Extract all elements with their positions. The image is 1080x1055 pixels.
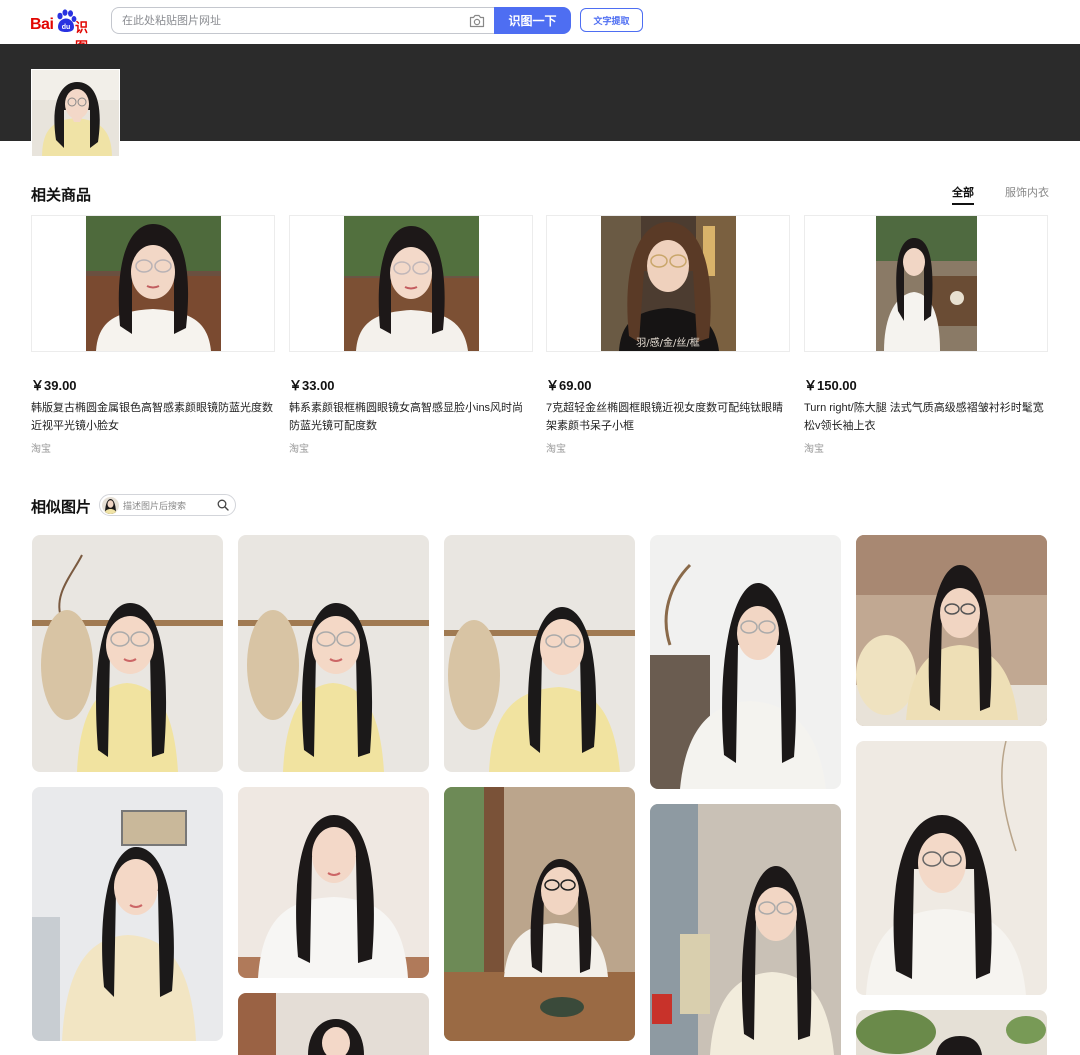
- similar-image-tile[interactable]: [856, 1010, 1047, 1055]
- similar-image-tile[interactable]: [650, 804, 841, 1055]
- similar-image-tile[interactable]: [444, 787, 635, 1041]
- products-section-title: 相关商品: [31, 187, 92, 204]
- similar-image-tile[interactable]: [238, 535, 429, 772]
- query-mini-thumbnail: [102, 497, 119, 514]
- product-title[interactable]: 韩版复古椭圆金属银色高智感素颜眼镜防蓝光度数近视平光镜小脸女: [31, 399, 275, 435]
- similar-image-tile[interactable]: [32, 535, 223, 772]
- product-title[interactable]: 韩系素颜银框椭圆眼镜女高智感显脸小ins风时尚防蓝光镜可配度数: [289, 399, 533, 435]
- image-url-search-box: [111, 7, 495, 34]
- product-price: ￥150.00: [804, 378, 857, 393]
- tab-apparel[interactable]: 服饰内衣: [1005, 184, 1049, 205]
- product-card[interactable]: ￥33.00 韩系素颜银框椭圆眼镜女高智感显脸小ins风时尚防蓝光镜可配度数 淘…: [289, 215, 533, 455]
- product-card[interactable]: ￥39.00 韩版复古椭圆金属银色高智感素颜眼镜防蓝光度数近视平光镜小脸女 淘宝: [31, 215, 275, 455]
- similar-image-tile[interactable]: [238, 993, 429, 1055]
- query-image-thumbnail[interactable]: [31, 69, 120, 157]
- describe-search-box: [99, 494, 236, 516]
- product-price: ￥69.00: [546, 378, 592, 393]
- similar-image-tile[interactable]: [856, 535, 1047, 726]
- logo-text-bai: Bai: [30, 16, 54, 33]
- product-source: 淘宝: [804, 444, 824, 455]
- similar-image-tile[interactable]: [32, 787, 223, 1041]
- magnifier-icon[interactable]: [217, 499, 229, 511]
- product-title[interactable]: Turn right/陈大腿 法式气质高级感褶皱衬衫时髦宽松v领长袖上衣: [804, 399, 1048, 435]
- logo-text-du: du: [62, 24, 71, 31]
- similar-section-title: 相似图片: [31, 499, 92, 516]
- product-image[interactable]: 羽/感/金/丝/框: [546, 215, 790, 352]
- product-image[interactable]: [31, 215, 275, 352]
- query-banner: [0, 44, 1080, 141]
- similar-image-tile[interactable]: [444, 535, 635, 772]
- camera-icon[interactable]: [469, 14, 485, 28]
- baidu-paw-icon: du: [57, 9, 77, 32]
- baidu-shitu-logo[interactable]: Bai du 识图: [30, 9, 100, 54]
- product-image[interactable]: [289, 215, 533, 352]
- image-url-input[interactable]: [122, 12, 452, 30]
- product-title[interactable]: 7克超轻金丝椭圆框眼镜近视女度数可配纯钛眼睛架素颜书呆子小框: [546, 399, 790, 435]
- similar-image-tile[interactable]: [650, 535, 841, 789]
- product-source: 淘宝: [289, 444, 309, 455]
- text-extract-button[interactable]: 文字提取: [580, 8, 643, 32]
- product-source: 淘宝: [31, 444, 51, 455]
- product-image-watermark: 羽/感/金/丝/框: [636, 336, 699, 349]
- product-card[interactable]: ￥150.00 Turn right/陈大腿 法式气质高级感褶皱衬衫时髦宽松v领…: [804, 215, 1048, 455]
- product-image[interactable]: [804, 215, 1048, 352]
- search-button[interactable]: 识图一下: [494, 7, 571, 34]
- product-source: 淘宝: [546, 444, 566, 455]
- product-card[interactable]: 羽/感/金/丝/框 ￥69.00 7克超轻金丝椭圆框眼镜近视女度数可配纯钛眼睛架…: [546, 215, 790, 455]
- top-header: Bai du 识图 识图一下 文字提取: [0, 0, 1080, 54]
- tab-all[interactable]: 全部: [952, 184, 974, 205]
- product-price: ￥39.00: [31, 378, 77, 393]
- similar-image-tile[interactable]: [856, 741, 1047, 995]
- product-price: ￥33.00: [289, 378, 335, 393]
- similar-image-tile[interactable]: [238, 787, 429, 978]
- describe-search-input[interactable]: [123, 498, 213, 513]
- product-category-tabs: 全部 服饰内衣: [921, 184, 1049, 205]
